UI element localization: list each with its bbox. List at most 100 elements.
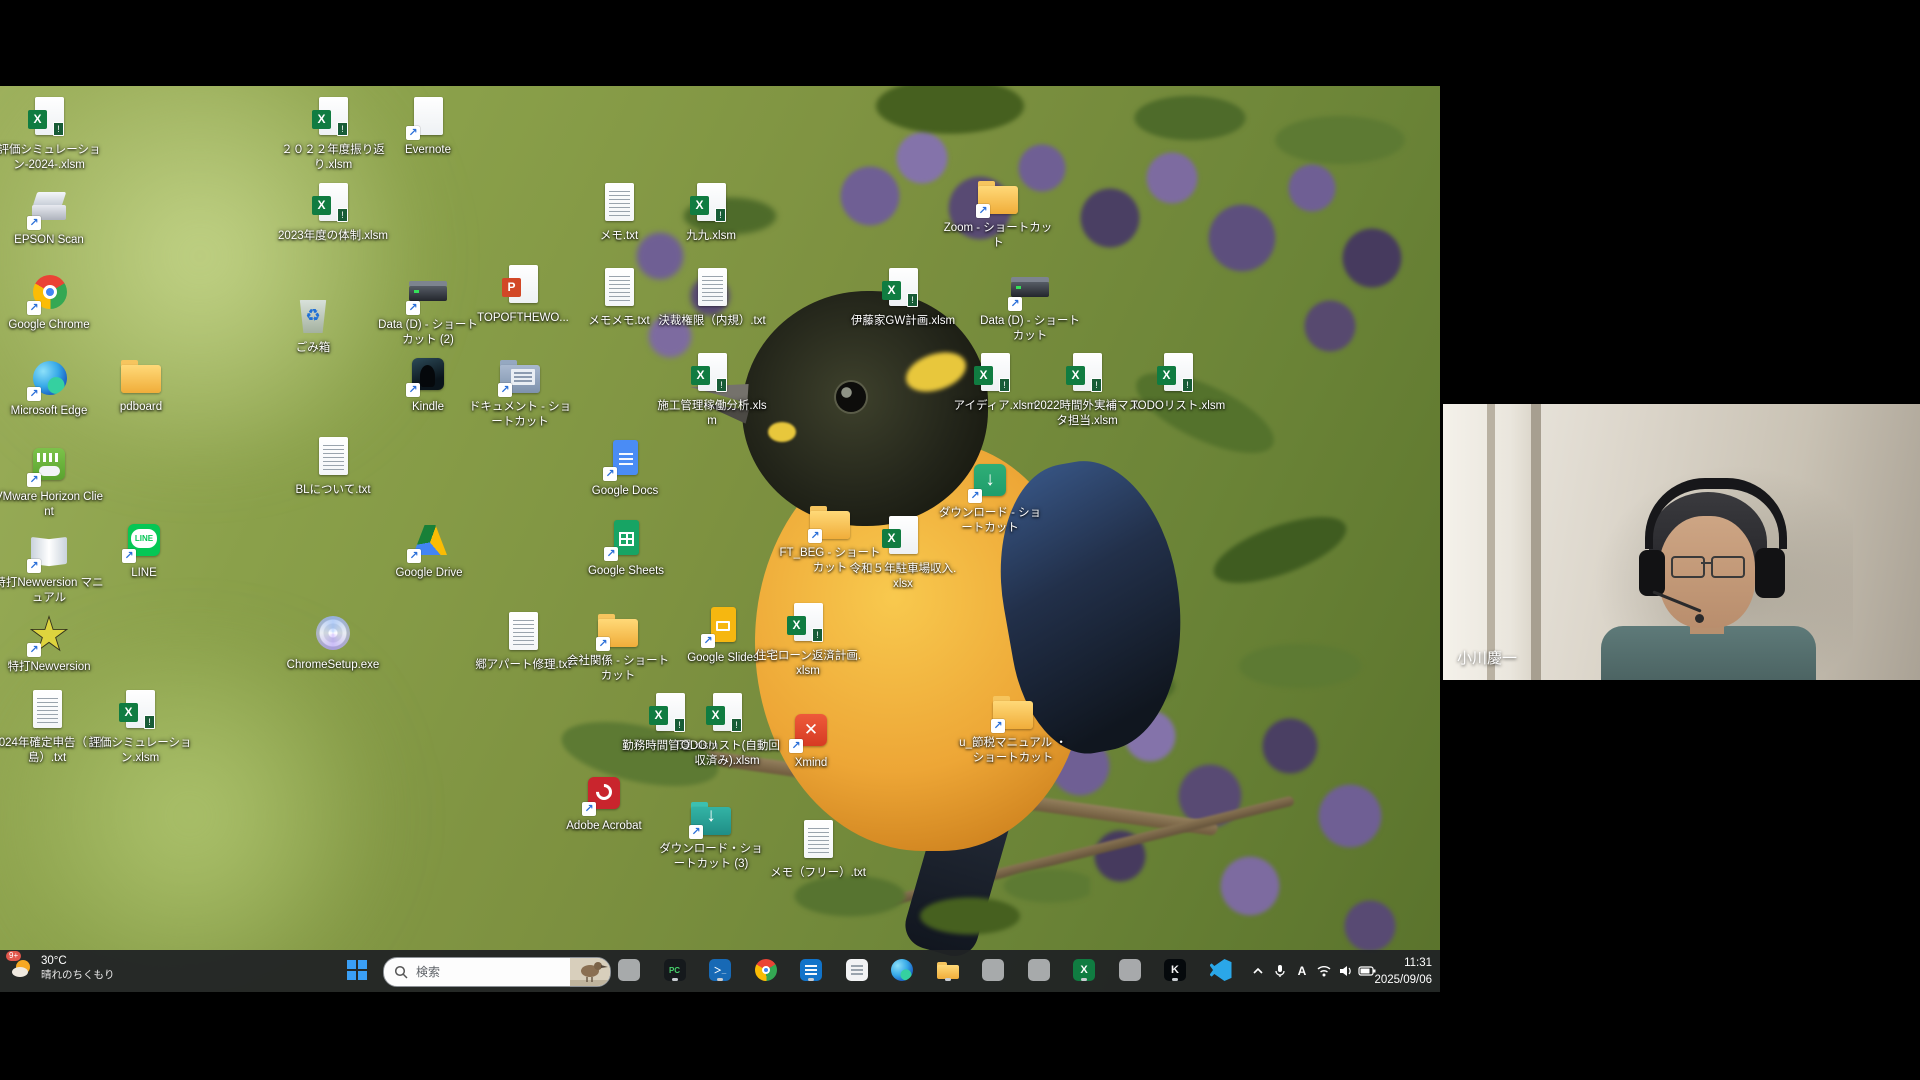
folder-icon: ↗ [975,173,1021,219]
taskbar-search-box[interactable] [383,957,611,987]
icon-memo-free-txt[interactable]: メモ（フリー）.txt [763,818,873,881]
taskbar-app-pinned-1[interactable] [980,957,1006,983]
folder-icon: ↗ [595,606,641,652]
icon-data-d-shortcut[interactable]: ↗Data (D) - ショートカット [975,266,1085,343]
taskbar-app-kindle[interactable]: K [1162,957,1188,983]
icon-kuku-xlsm[interactable]: X!九九.xlsm [656,181,766,244]
icon-pdboard-folder[interactable]: pdboard [86,352,196,415]
tray-volume-icon[interactable] [1338,963,1354,979]
excel-icon: X! [785,601,831,647]
taskbar-app-widgets[interactable] [616,957,642,983]
excel-icon: X! [310,181,356,227]
tray-wifi-icon[interactable] [1316,963,1332,979]
desktop-icon-label: Google Sheets [571,564,681,579]
icon-recycle-bin[interactable]: ♻ごみ箱 [258,293,368,356]
fgreen-icon: ↓↗ [967,458,1013,504]
excel-icon: X! [310,95,356,141]
chrome-icon: ↗ [26,270,72,316]
taskbar-app-notepad[interactable] [844,957,870,983]
taskbar-app-excel[interactable]: X [1071,957,1097,983]
edge-icon: ↗ [26,356,72,402]
icon-sekou-kanri-kado-bunseki-xlsm[interactable]: X!施工管理稼働分析.xlsm [657,351,767,428]
excelp-icon: X [880,514,926,560]
taskbar-app-powershell[interactable]: ＞_ [707,957,733,983]
icon-kaisha-kankei-shortcut[interactable]: ↗会社関係 - ショートカット [563,606,673,683]
icon-download-shortcut-3[interactable]: ↓↗ダウンロード・ショートカット (3) [656,794,766,871]
taskbar-app-vscode[interactable] [1208,957,1234,983]
system-tray: A [1250,950,1370,992]
taskbar-app-edge[interactable] [889,957,915,983]
desktop-icon-label: 会社関係 - ショートカット [563,654,673,683]
desktop-icon-label: Data (D) - ショートカット (2) [373,318,483,347]
icon-xmind[interactable]: ✕↗Xmind [756,708,866,771]
taskbar-app-pinned-3[interactable] [1117,957,1143,983]
icon-tokuuchi-newversion[interactable]: ↗特打Newversion [0,612,104,675]
desktop-icon-label: Google Chrome [0,318,104,333]
desktop-icon-label: 評価シミュレーション.xlsm [85,736,195,765]
icon-download-shortcut[interactable]: ↓↗ダウンロード - ショートカット [935,458,1045,535]
icon-line[interactable]: LINE↗LINE [89,518,199,581]
taskbar-app-notepad-blue[interactable] [798,957,824,983]
taskbar-weather-widget[interactable]: 9+ 30°C 晴れのちくもり [10,954,115,983]
icon-vmware-horizon-client[interactable]: ↗VMware Horizon Client [0,442,104,519]
excel-icon: X! [688,181,734,227]
gsheets-icon: ↗ [603,516,649,562]
webcam-video-tile[interactable]: 小川慶一 [1443,404,1920,680]
taskbar-clock[interactable]: 11:31 2025/09/06 [1374,955,1432,988]
taskbar-app-chrome[interactable] [753,957,779,983]
desktop-icon-label: VMware Horizon Client [0,490,104,519]
icon-google-docs[interactable]: ↗Google Docs [570,436,680,499]
icon-data-d-shortcut-2[interactable]: ↗Data (D) - ショートカット (2) [373,270,483,347]
search-bing-bird-image [570,958,610,986]
taskbar-app-pinned-2[interactable] [1026,957,1052,983]
icon-documents-shortcut[interactable]: ↗ドキュメント - ショートカット [465,352,575,429]
icon-adobe-acrobat[interactable]: ↗Adobe Acrobat [549,771,659,834]
icon-2022-nendo-furikaeri-xlsm[interactable]: X!２０２２年度振り返り.xlsm [278,95,388,172]
icon-chromesetup-exe[interactable]: ChromeSetup.exe [278,610,388,673]
desktop-icon-label: Data (D) - ショートカット [975,314,1085,343]
desktop-icon-label: 施工管理稼働分析.xlsm [657,399,767,428]
search-input[interactable] [414,964,564,980]
tray-ime-mode[interactable]: A [1294,963,1310,979]
mic-tip [1695,614,1704,623]
icon-jutaku-loan-hensai-keikaku-xlsm[interactable]: X!住宅ローン返済計画.xlsm [753,601,863,678]
icon-2023-nendo-taisei-xlsm[interactable]: X!2023年度の体制.xlsm [278,181,388,244]
icon-hyoka-simulation-2024-xlsm[interactable]: X!評価シミュレーション-2024-.xlsm [0,95,104,172]
icon-bl-nitsuite-txt[interactable]: BLについて.txt [278,435,388,498]
vmware-icon: ↗ [26,442,72,488]
desktop-icon-label: ChromeSetup.exe [278,658,388,673]
icon-kessai-kengen-naiki-txt[interactable]: 決裁権限（内規）.txt [657,266,767,329]
desktop-icon-label: Zoom - ショートカット [943,221,1053,250]
disc-icon [310,610,356,656]
hdd-icon: ↗ [405,270,451,316]
icon-go-apart-shuri-txt[interactable]: 郷アパート修理.txt [468,610,578,673]
icon-google-drive[interactable]: ↗Google Drive [374,518,484,581]
hdd-icon: ↗ [1007,266,1053,312]
icon-itoke-gw-keikaku-xlsm[interactable]: X!伊藤家GW計画.xlsm [848,266,958,329]
tray-battery-icon[interactable] [1358,963,1374,979]
icon-evernote[interactable]: ↗Evernote [373,95,483,158]
icon-epson-scan[interactable]: ↗EPSON Scan [0,185,104,248]
gdocs-icon: ↗ [602,436,648,482]
desktop-icon-label: 伊藤家GW計画.xlsm [848,314,958,329]
icon-topoftheworld-ppt[interactable]: PTOPOFTHEWO... [468,263,578,326]
tray-microphone-icon[interactable] [1272,963,1288,979]
desktop-icon-label: ダウンロード・ショートカット (3) [656,842,766,871]
icon-u-setsuzei-manual-shortcut[interactable]: ↗u_節税マニュアル ・ショートカット [958,688,1068,765]
start-button[interactable] [344,959,370,983]
desktop-icon-label: 評価シミュレーション-2024-.xlsm [0,143,104,172]
windows-logo-icon [346,959,368,981]
icon-google-sheets[interactable]: ↗ Google Sheets [571,516,681,579]
icon-zoom-shortcut[interactable]: ↗Zoom - ショートカット [943,173,1053,250]
icon-hyoka-simulation-xlsm[interactable]: X!評価シミュレーション.xlsm [85,688,195,765]
recycle-icon: ♻ [290,293,336,339]
icon-todo-list-xlsm[interactable]: X!TODOリスト.xlsm [1123,351,1233,414]
ppt-icon: P [500,263,546,309]
taskbar-app-file-explorer[interactable] [935,957,961,983]
txt-icon [500,610,546,656]
taskbar-app-pycharm[interactable]: PC [662,957,688,983]
weather-sun-icon: 9+ [10,956,34,980]
star-icon: ↗ [26,612,72,658]
tray-chevron-up-icon[interactable] [1250,963,1266,979]
icon-google-chrome[interactable]: ↗ Google Chrome [0,270,104,333]
